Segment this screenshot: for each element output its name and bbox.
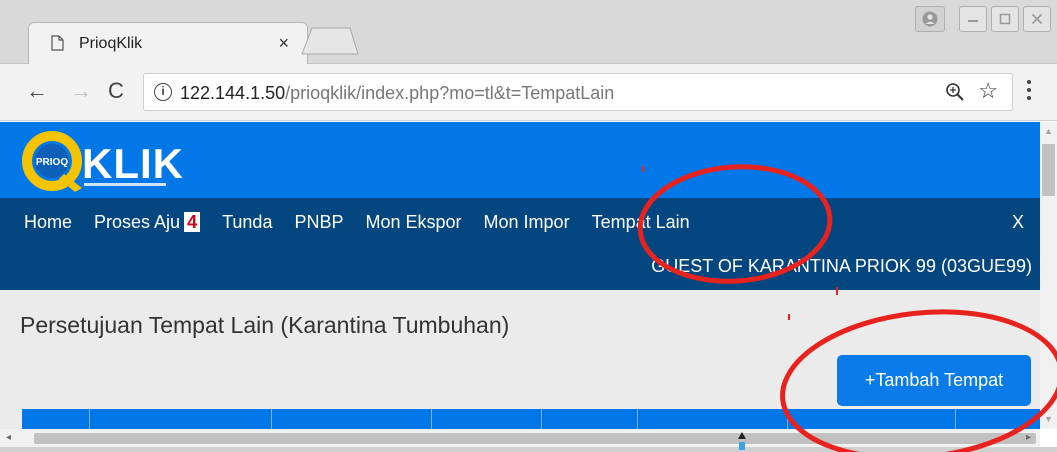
scroll-down-arrow-icon[interactable]: ▼ xyxy=(1044,414,1053,424)
url-text[interactable]: 122.144.1.50/prioqklik/index.php?mo=tl&t… xyxy=(180,83,614,104)
table-header-cell xyxy=(432,409,542,429)
nav-menu: Home Proses Aju 4 Tunda PNBP Mon Ekspor M… xyxy=(24,212,690,233)
page-icon xyxy=(51,35,64,51)
profile-icon[interactable] xyxy=(915,6,945,32)
nav-item-proses-aju[interactable]: Proses Aju 4 xyxy=(94,212,201,233)
prioqklik-logo[interactable]: PRIOQ KLIK xyxy=(20,128,190,194)
close-window-icon[interactable] xyxy=(1023,6,1051,32)
browser-tabstrip: PrioqKlik × xyxy=(0,0,1057,64)
horizontal-scrollbar[interactable]: ◂ ▸ xyxy=(0,429,1040,447)
page-viewport: PRIOQ KLIK Home Proses Aju 4 Tunda PNBP M… xyxy=(0,122,1040,429)
maximize-icon[interactable] xyxy=(991,6,1019,32)
scroll-up-arrow-icon[interactable]: ▲ xyxy=(1044,126,1053,136)
vertical-scroll-thumb[interactable] xyxy=(1042,144,1055,196)
horizontal-scroll-thumb[interactable] xyxy=(34,433,1036,444)
count-badge: 4 xyxy=(184,212,201,232)
url-path: /prioqklik/index.php?mo=tl&t=TempatLain xyxy=(285,83,615,103)
reload-icon[interactable]: C xyxy=(108,78,124,104)
table-header-cell xyxy=(788,409,956,429)
vertical-scrollbar[interactable]: ▲ ▼ xyxy=(1040,122,1057,429)
scroll-right-arrow-icon[interactable]: ▸ xyxy=(1026,432,1031,443)
table-header-cell xyxy=(956,409,1040,429)
cursor-icon xyxy=(738,432,746,450)
table-header-cell xyxy=(542,409,638,429)
nav-item-label: Proses Aju xyxy=(94,212,181,232)
table-header-cell xyxy=(638,409,788,429)
tab-close-button[interactable]: × xyxy=(278,33,289,54)
nav-item-mon-impor[interactable]: Mon Impor xyxy=(484,212,570,233)
nav-item-mon-ekspor[interactable]: Mon Ekspor xyxy=(365,212,461,233)
svg-text:KLIK: KLIK xyxy=(82,140,184,187)
minimize-icon[interactable] xyxy=(959,6,987,32)
tab-title: PrioqKlik xyxy=(79,35,143,52)
info-icon[interactable]: i xyxy=(154,83,172,101)
svg-text:PRIOQ: PRIOQ xyxy=(36,157,68,168)
zoom-icon[interactable] xyxy=(944,81,966,103)
main-navigation: Home Proses Aju 4 Tunda PNBP Mon Ekspor M… xyxy=(0,198,1040,290)
address-bar[interactable]: i 122.144.1.50/prioqklik/index.php?mo=tl… xyxy=(143,73,1013,111)
site-header: PRIOQ KLIK xyxy=(0,122,1040,198)
browser-tab[interactable]: PrioqKlik × xyxy=(28,22,308,64)
back-arrow-icon[interactable]: ← xyxy=(26,78,48,104)
url-host: 122.144.1.50 xyxy=(180,83,286,103)
table-header xyxy=(22,409,1040,429)
menu-icon[interactable] xyxy=(1026,78,1032,102)
nav-item-tunda[interactable]: Tunda xyxy=(222,212,272,233)
user-info: GUEST OF KARANTINA PRIOK 99 (03GUE99) xyxy=(651,256,1032,276)
star-icon[interactable]: ☆ xyxy=(978,78,998,104)
window-controls xyxy=(915,6,1051,32)
add-place-button[interactable]: +Tambah Tempat xyxy=(837,355,1031,406)
nav-item-pnbp[interactable]: PNBP xyxy=(294,212,343,233)
new-tab-button[interactable] xyxy=(298,26,362,56)
scroll-left-arrow-icon[interactable]: ◂ xyxy=(6,432,11,443)
browser-toolbar: ← → C i 122.144.1.50/prioqklik/index.php… xyxy=(0,64,1057,121)
table-header-cell xyxy=(90,409,272,429)
table-header-cell xyxy=(22,409,90,429)
forward-arrow-icon[interactable]: → xyxy=(70,78,92,104)
table-header-cell xyxy=(272,409,432,429)
logout-close-button[interactable]: X xyxy=(1012,212,1024,233)
nav-item-home[interactable]: Home xyxy=(24,212,72,233)
nav-item-tempat-lain[interactable]: Tempat Lain xyxy=(592,212,690,233)
window-bottom-edge xyxy=(0,447,1057,452)
page-title: Persetujuan Tempat Lain (Karantina Tumbu… xyxy=(20,312,510,338)
